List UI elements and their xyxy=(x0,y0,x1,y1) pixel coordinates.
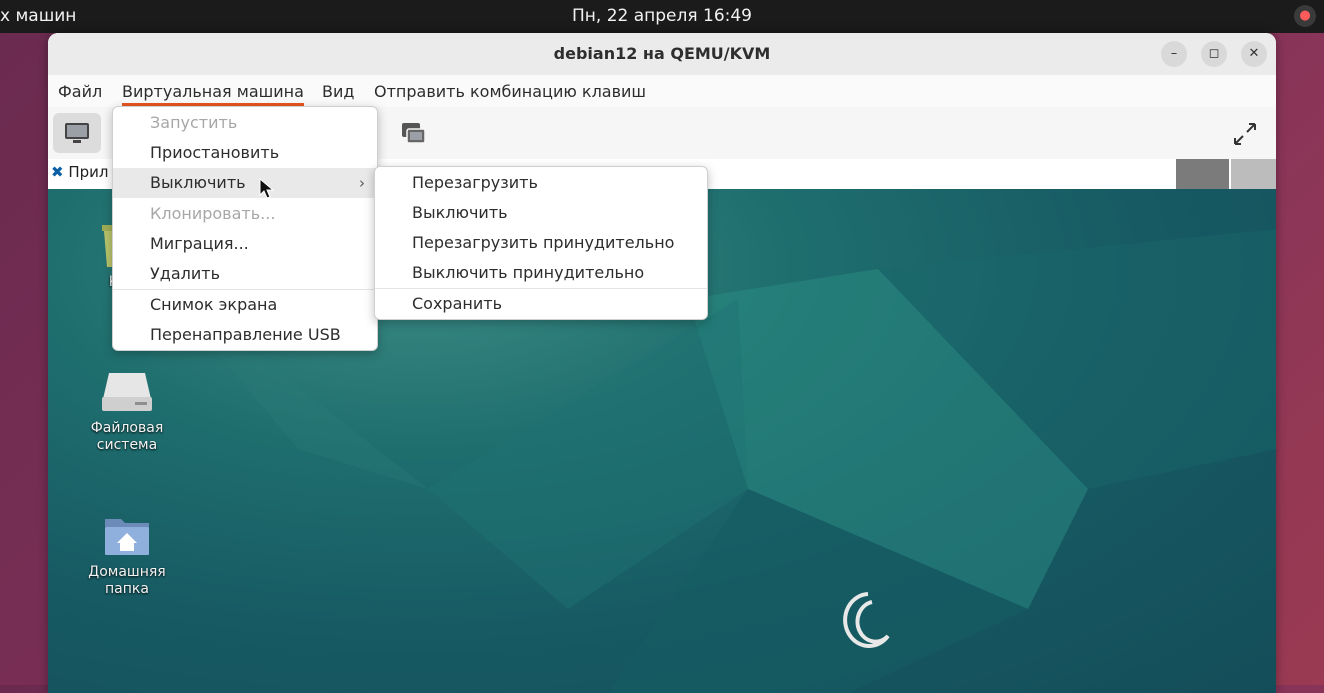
menu-item-screenshot[interactable]: Снимок экрана xyxy=(113,290,377,320)
desktop-filesystem[interactable]: Файловая система xyxy=(82,369,172,454)
close-button[interactable]: ✕ xyxy=(1241,41,1267,67)
clock[interactable]: Пн, 22 апреля 16:49 xyxy=(0,6,1324,26)
guest-panel-block xyxy=(1231,159,1276,189)
submenu-item-reboot[interactable]: Перезагрузить xyxy=(375,168,707,198)
menu-item-clone[interactable]: Клонировать... xyxy=(113,199,377,229)
desktop-home[interactable]: Домашняя папка xyxy=(82,511,172,598)
menu-item-migrate[interactable]: Миграция... xyxy=(113,229,377,259)
home-label-2: папка xyxy=(105,581,149,597)
menu-item-delete[interactable]: Удалить xyxy=(113,259,377,289)
menu-item-usb-redirect[interactable]: Перенаправление USB xyxy=(113,320,377,350)
submenu-item-force-off[interactable]: Выключить принудительно xyxy=(375,258,707,288)
minimize-button[interactable]: – xyxy=(1161,41,1187,67)
drive-icon xyxy=(102,373,152,411)
chevron-right-icon: › xyxy=(359,174,365,192)
fullscreen-icon xyxy=(1234,123,1256,145)
vm-menu: Запустить Приостановить Выключить › Клон… xyxy=(112,106,378,351)
menu-item-run[interactable]: Запустить xyxy=(113,108,377,138)
fullscreen-button[interactable] xyxy=(1221,113,1269,153)
window-title: debian12 на QEMU/KVM xyxy=(553,44,771,63)
filesystem-label-1: Файловая xyxy=(90,420,164,436)
home-label-1: Домашняя xyxy=(88,564,166,580)
guest-apps-label: Прил xyxy=(68,163,109,181)
console-view-button[interactable] xyxy=(53,113,101,153)
shutdown-submenu: Перезагрузить Выключить Перезагрузить пр… xyxy=(374,166,708,320)
menu-item-shutdown-label: Выключить xyxy=(150,173,246,192)
menu-bar: Файл Виртуальная машина Вид Отправить ко… xyxy=(48,75,1276,108)
menu-item-shutdown[interactable]: Выключить › xyxy=(113,168,377,198)
snapshots-button[interactable] xyxy=(389,113,437,153)
menu-file[interactable]: Файл xyxy=(58,82,102,101)
submenu-item-shutdown[interactable]: Выключить xyxy=(375,198,707,228)
submenu-item-save[interactable]: Сохранить xyxy=(375,289,707,319)
menu-send-key[interactable]: Отправить комбинацию клавиш xyxy=(374,82,646,101)
submenu-item-force-reset[interactable]: Перезагрузить принудительно xyxy=(375,228,707,258)
xfce-apps-icon: ✖ xyxy=(51,163,64,181)
menu-item-pause[interactable]: Приостановить xyxy=(113,138,377,168)
guest-panel-block xyxy=(1176,159,1229,189)
menu-virtual-machine[interactable]: Виртуальная машина xyxy=(122,82,304,106)
menu-view[interactable]: Вид xyxy=(322,82,354,101)
guest-apps-menu[interactable]: ✖ Прил xyxy=(51,163,109,181)
title-bar[interactable]: debian12 на QEMU/KVM – ◻ ✕ xyxy=(48,33,1276,75)
snapshots-icon xyxy=(402,123,426,144)
filesystem-label-2: система xyxy=(96,437,158,453)
monitor-icon xyxy=(65,123,89,143)
maximize-button[interactable]: ◻ xyxy=(1201,41,1227,67)
record-indicator-icon[interactable]: ● xyxy=(1294,5,1316,27)
home-folder-icon xyxy=(105,519,149,555)
system-top-bar: х машин Пн, 22 апреля 16:49 ● xyxy=(0,0,1324,33)
mouse-cursor-icon xyxy=(259,178,275,199)
